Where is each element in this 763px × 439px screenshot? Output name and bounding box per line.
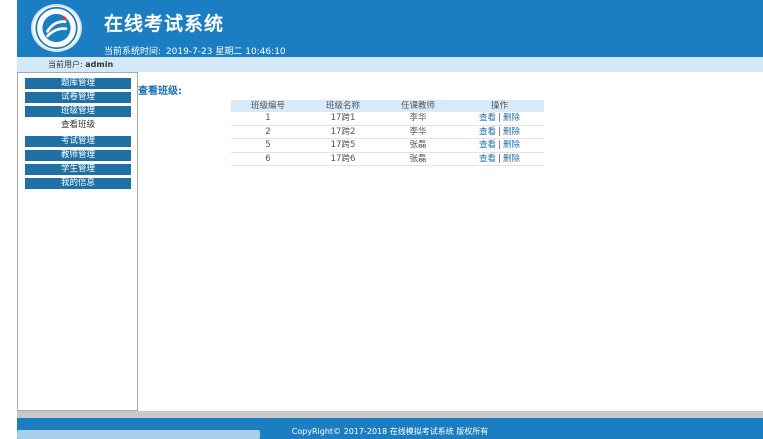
system-time: 当前系统时间: 2019-7-23 星期二 10:46:10	[104, 44, 288, 57]
page-title: 查看班级:	[138, 86, 182, 97]
app-title: 在线考试系统	[104, 13, 225, 35]
table-row: 2 17跨2 李华 查看 | 删除	[231, 125, 544, 139]
cell-class-id: 2	[231, 125, 305, 139]
action-separator: |	[498, 153, 501, 164]
column-header-class-name: 班级名称	[305, 100, 381, 112]
column-header-actions: 操作	[455, 100, 544, 112]
left-strip	[0, 0, 17, 439]
cell-class-name: 17跨6	[305, 152, 381, 166]
current-user-name: admin	[85, 60, 114, 69]
sidebar-item-student-management[interactable]: 学生管理	[25, 164, 131, 175]
current-user-label: 当前用户:	[48, 60, 83, 69]
cell-teacher: 李华	[381, 112, 455, 126]
column-header-class-id: 班级编号	[231, 100, 305, 112]
sidebar-item-exam-papers[interactable]: 试卷管理	[25, 92, 131, 103]
sidebar-item-exam-management[interactable]: 考试管理	[25, 136, 131, 147]
horizontal-scrollbar-thumb[interactable]	[17, 430, 260, 439]
sidebar-item-class-management[interactable]: 班级管理	[25, 106, 131, 117]
delete-link[interactable]: 删除	[503, 154, 520, 164]
sidebar-item-teacher-management[interactable]: 教师管理	[25, 150, 131, 161]
cell-class-name: 17跨2	[305, 125, 381, 139]
table-row: 6 17跨6 张磊 查看 | 删除	[231, 152, 544, 166]
sidebar: 题库管理 试卷管理 班级管理 查看班级 考试管理 教师管理 学生管理 我的信息	[17, 72, 138, 411]
cell-class-name: 17跨1	[305, 112, 381, 126]
view-link[interactable]: 查看	[479, 154, 496, 164]
cell-actions: 查看 | 删除	[455, 125, 544, 139]
cell-class-id: 6	[231, 152, 305, 166]
delete-link[interactable]: 删除	[503, 127, 520, 137]
cell-teacher: 张磊	[381, 152, 455, 166]
class-table: 班级编号 班级名称 任课教师 操作 1 17跨1 李华 查看 | 删除 2 17跨2…	[231, 100, 544, 166]
university-logo-icon	[31, 4, 82, 52]
table-row: 5 17跨5 张磊 查看 | 删除	[231, 138, 544, 153]
sidebar-item-my-info[interactable]: 我的信息	[25, 178, 131, 189]
header: 在线考试系统 当前系统时间: 2019-7-23 星期二 10:46:10	[17, 0, 763, 57]
sidebar-subitem-view-classes[interactable]: 查看班级	[25, 120, 131, 131]
view-link[interactable]: 查看	[479, 127, 496, 137]
view-link[interactable]: 查看	[479, 140, 496, 150]
cell-class-id: 5	[231, 138, 305, 153]
action-separator: |	[498, 113, 501, 123]
cell-actions: 查看 | 删除	[455, 152, 544, 166]
view-link[interactable]: 查看	[479, 113, 496, 123]
table-header-row: 班级编号 班级名称 任课教师 操作	[231, 100, 544, 112]
user-bar: 当前用户: admin	[17, 57, 763, 72]
action-separator: |	[498, 140, 501, 150]
system-time-value: 2019-7-23 星期二 10:46:10	[165, 47, 286, 57]
table-row: 1 17跨1 李华 查看 | 删除	[231, 112, 544, 126]
delete-link[interactable]: 删除	[503, 140, 520, 150]
cell-class-name: 17跨5	[305, 138, 381, 153]
cell-actions: 查看 | 删除	[455, 138, 544, 153]
cell-teacher: 张磊	[381, 138, 455, 153]
system-time-label: 当前系统时间:	[104, 47, 162, 57]
column-header-teacher: 任课教师	[381, 100, 455, 112]
action-separator: |	[498, 126, 501, 137]
sidebar-item-question-bank[interactable]: 题库管理	[25, 78, 131, 89]
cell-class-id: 1	[231, 112, 305, 126]
cell-teacher: 李华	[381, 125, 455, 139]
current-user: 当前用户: admin	[48, 59, 113, 70]
cell-actions: 查看 | 删除	[455, 112, 544, 126]
footer-divider	[17, 411, 763, 418]
delete-link[interactable]: 删除	[503, 113, 520, 123]
